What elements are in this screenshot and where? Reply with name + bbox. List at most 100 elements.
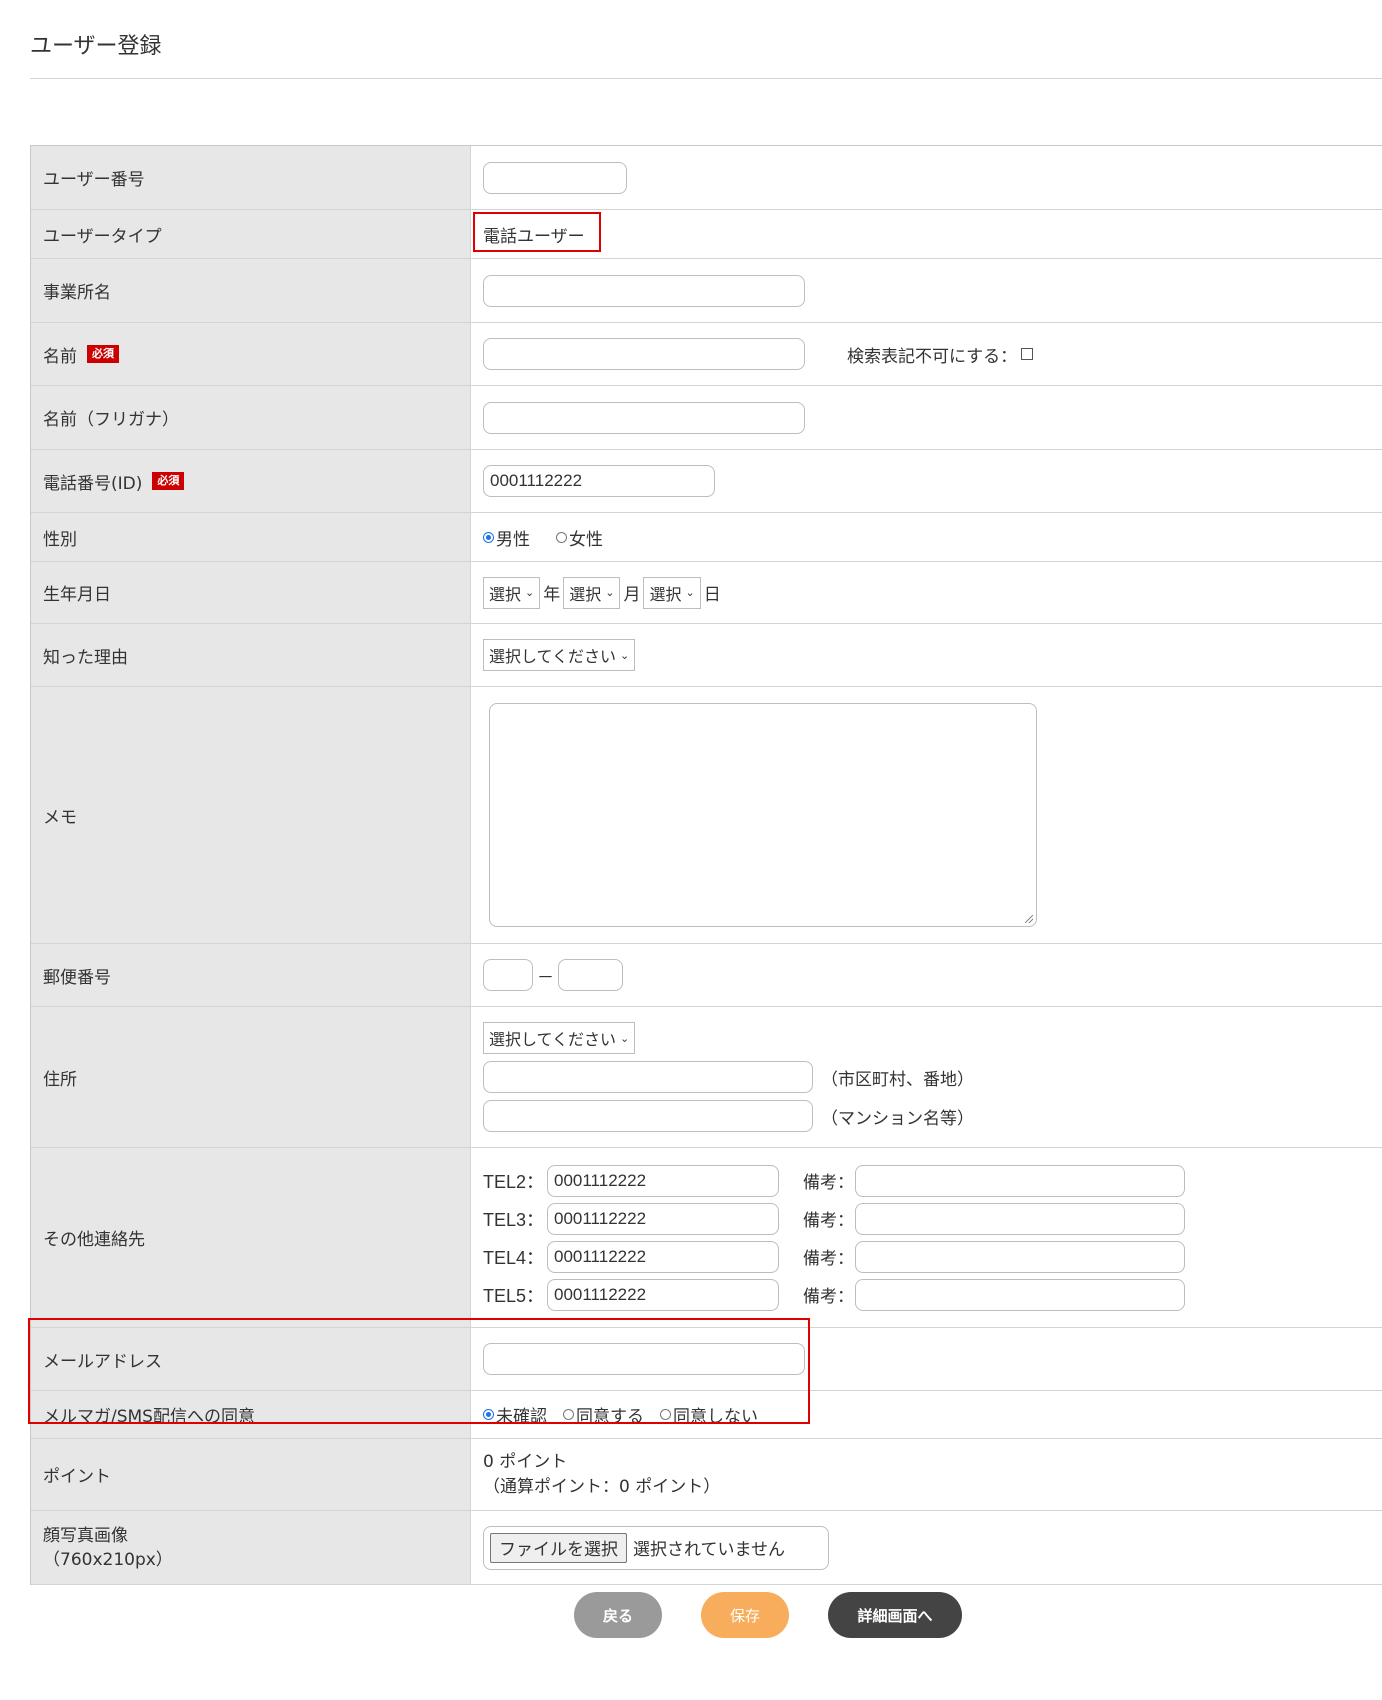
user-number-label: ユーザー番号 (31, 146, 471, 209)
radio-unselected-icon (556, 531, 567, 543)
row-birthdate: 生年月日 選択 ⌄ 年 選択 ⌄ 月 選択 ⌄ 日 (31, 562, 1382, 624)
row-postal-code: 郵便番号 － (31, 944, 1382, 1007)
choose-file-button[interactable]: ファイルを選択 (490, 1532, 627, 1563)
chevron-down-icon: ⌄ (605, 586, 615, 599)
tel5-note-input[interactable] (855, 1278, 1185, 1311)
row-name-kana: 名前（フリガナ） (31, 386, 1382, 450)
postal-code-first-input[interactable] (483, 959, 533, 991)
birthdate-label: 生年月日 (31, 562, 471, 623)
row-photo: 顔写真画像 （760x210px） ファイルを選択 選択されていません (31, 1511, 1382, 1585)
tel3-note-input[interactable] (855, 1202, 1185, 1235)
row-user-number: ユーザー番号 (31, 146, 1382, 210)
points-value: 0 ポイント (483, 1451, 568, 1472)
file-status: 選択されていません (633, 1540, 785, 1560)
row-office-name: 事業所名 (31, 259, 1382, 323)
title-divider (30, 78, 1382, 79)
month-unit: 月 (623, 585, 641, 605)
email-input[interactable] (483, 1343, 805, 1375)
user-number-input[interactable] (483, 161, 627, 194)
chevron-down-icon: ⌄ (525, 586, 535, 599)
birth-day-select[interactable]: 選択 ⌄ (643, 576, 701, 609)
gender-male-radio[interactable]: 男性 (483, 525, 530, 550)
address-line1-input[interactable] (483, 1061, 813, 1093)
birth-month-select[interactable]: 選択 ⌄ (563, 576, 621, 609)
year-unit: 年 (543, 585, 561, 605)
chevron-down-icon: ⌄ (620, 1031, 630, 1045)
memo-label: メモ (31, 687, 471, 943)
postal-code-separator: － (537, 967, 554, 988)
tel2-note-input[interactable] (855, 1164, 1185, 1197)
phone-id-input[interactable]: 0001112222 (483, 465, 715, 497)
photo-label: 顔写真画像 (43, 1525, 128, 1546)
row-other-contacts: その他連絡先 TEL2： 0001112222 備考： TEL3： 000111… (31, 1148, 1382, 1328)
row-address: 住所 選択してください ⌄ （市区町村、番地） （マンション名等） (31, 1007, 1382, 1148)
row-phone-id: 電話番号(ID) 必須 0001112222 (31, 450, 1382, 513)
row-points: ポイント 0 ポイント （通算ポイント：0 ポイント） (31, 1439, 1382, 1511)
chevron-down-icon: ⌄ (620, 648, 630, 662)
radio-unselected-icon (563, 1409, 574, 1420)
name-kana-input[interactable] (483, 401, 805, 434)
tel2-label: TEL2： (483, 1171, 545, 1192)
tel4-input[interactable]: 0001112222 (547, 1240, 779, 1273)
search-hidden-checkbox[interactable] (1021, 348, 1034, 360)
row-memo: メモ (31, 687, 1382, 944)
required-badge: 必須 (87, 345, 119, 363)
office-name-input[interactable] (483, 274, 805, 307)
back-button[interactable]: 戻る (574, 1592, 662, 1638)
registration-form: ユーザー番号 ユーザータイプ 電話ユーザー 事業所名 名前 必須 検索表記不可に… (30, 145, 1382, 1585)
tel3-input[interactable]: 0001112222 (547, 1202, 779, 1235)
address-line2-hint: （マンション名等） (821, 1108, 974, 1129)
address-label: 住所 (31, 1007, 471, 1147)
detail-screen-button[interactable]: 詳細画面へ (828, 1592, 962, 1638)
postal-code-label: 郵便番号 (31, 944, 471, 1006)
save-button[interactable]: 保存 (701, 1592, 789, 1638)
row-name: 名前 必須 検索表記不可にする： (31, 323, 1382, 386)
other-contacts-label: その他連絡先 (31, 1148, 471, 1327)
photo-size-hint: （760x210px） (43, 1549, 173, 1570)
resize-handle-icon[interactable] (1025, 915, 1033, 923)
chevron-down-icon: ⌄ (685, 586, 695, 599)
postal-code-second-input[interactable] (558, 959, 623, 991)
prefecture-select[interactable]: 選択してください ⌄ (483, 1022, 636, 1054)
tel2-input[interactable]: 0001112222 (547, 1164, 779, 1197)
gender-label: 性別 (31, 513, 471, 561)
name-input[interactable] (483, 338, 805, 370)
user-type-value: 電話ユーザー (483, 226, 585, 247)
points-total: （通算ポイント：0 ポイント） (483, 1476, 721, 1497)
tel5-label: TEL5： (483, 1285, 545, 1306)
birth-year-select[interactable]: 選択 ⌄ (483, 576, 541, 609)
row-newsletter-consent: メルマガ/SMS配信への同意 未確認 同意する 同意しない (31, 1391, 1382, 1439)
address-line2-input[interactable] (483, 1100, 813, 1132)
consent-unconfirmed-radio[interactable]: 未確認 (483, 1402, 547, 1427)
newsletter-consent-label: メルマガ/SMS配信への同意 (31, 1391, 471, 1438)
gender-female-radio[interactable]: 女性 (556, 525, 603, 550)
tel2-note-label: 備考： (803, 1173, 854, 1193)
office-name-label: 事業所名 (31, 259, 471, 322)
referral-select[interactable]: 選択してください ⌄ (483, 639, 636, 671)
row-referral: 知った理由 選択してください ⌄ (31, 624, 1382, 687)
consent-disagree-radio[interactable]: 同意しない (660, 1402, 758, 1427)
name-label: 名前 (43, 346, 77, 367)
day-unit: 日 (703, 585, 721, 605)
points-label: ポイント (31, 1439, 471, 1510)
user-registration-page: ユーザー登録 ユーザー番号 ユーザータイプ 電話ユーザー 事業所名 名前 必須 … (0, 0, 1382, 1700)
tel4-note-label: 備考： (803, 1249, 854, 1269)
radio-selected-icon (483, 531, 494, 543)
tel5-line: TEL5： 0001112222 備考： (483, 1278, 1185, 1311)
row-user-type: ユーザータイプ 電話ユーザー (31, 210, 1382, 259)
row-email: メールアドレス (31, 1328, 1382, 1391)
email-label: メールアドレス (31, 1328, 471, 1390)
name-kana-label: 名前（フリガナ） (31, 386, 471, 449)
tel3-line: TEL3： 0001112222 備考： (483, 1202, 1185, 1235)
row-gender: 性別 男性 女性 (31, 513, 1382, 562)
tel3-note-label: 備考： (803, 1211, 854, 1231)
user-type-label: ユーザータイプ (31, 210, 471, 258)
tel4-label: TEL4： (483, 1247, 545, 1268)
tel5-input[interactable]: 0001112222 (547, 1278, 779, 1311)
radio-unselected-icon (660, 1409, 671, 1420)
consent-agree-radio[interactable]: 同意する (563, 1402, 644, 1427)
tel4-note-input[interactable] (855, 1240, 1185, 1273)
memo-textarea[interactable] (489, 703, 1037, 927)
tel4-line: TEL4： 0001112222 備考： (483, 1240, 1185, 1273)
photo-file-picker: ファイルを選択 選択されていません (483, 1525, 829, 1570)
